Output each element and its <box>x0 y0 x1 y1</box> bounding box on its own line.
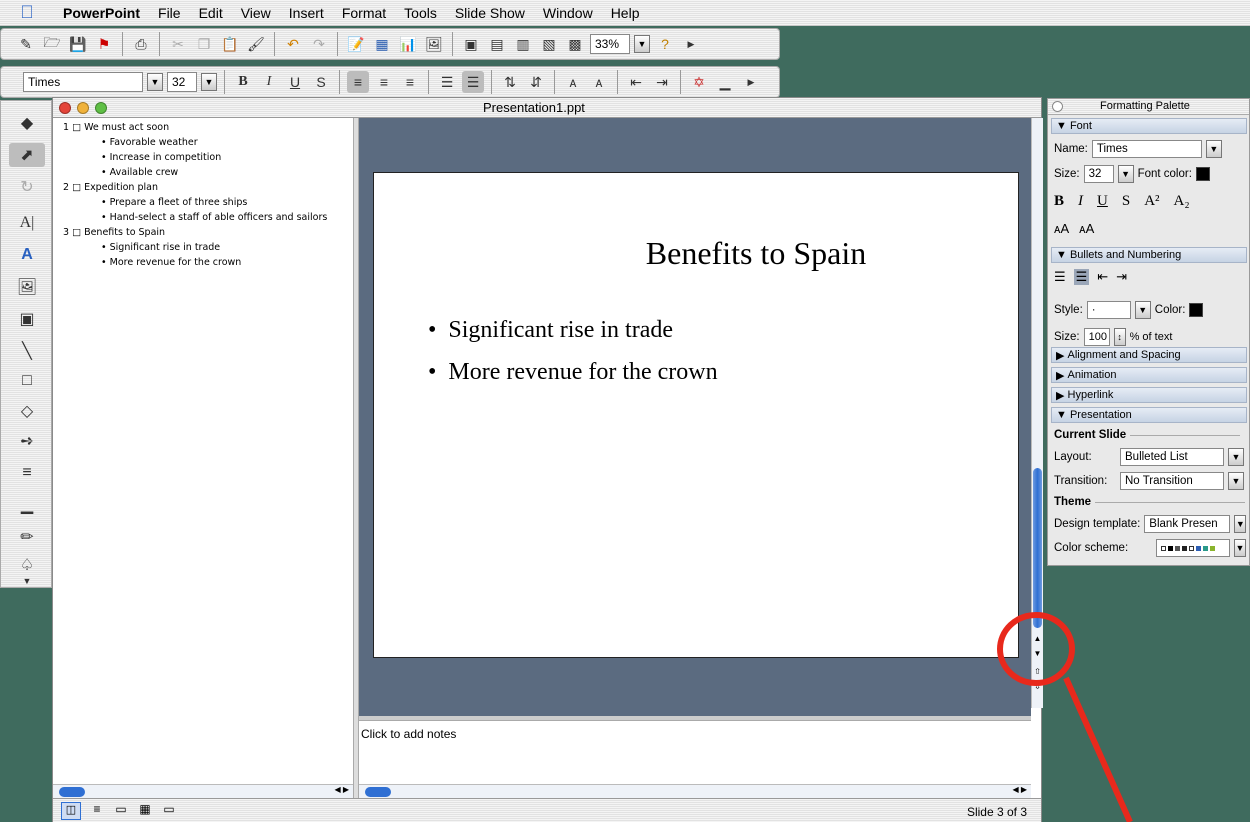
annotation-circle-icon <box>997 612 1075 686</box>
annotation-arrow-line <box>1063 676 1133 822</box>
annotation-overlay <box>997 612 1133 822</box>
